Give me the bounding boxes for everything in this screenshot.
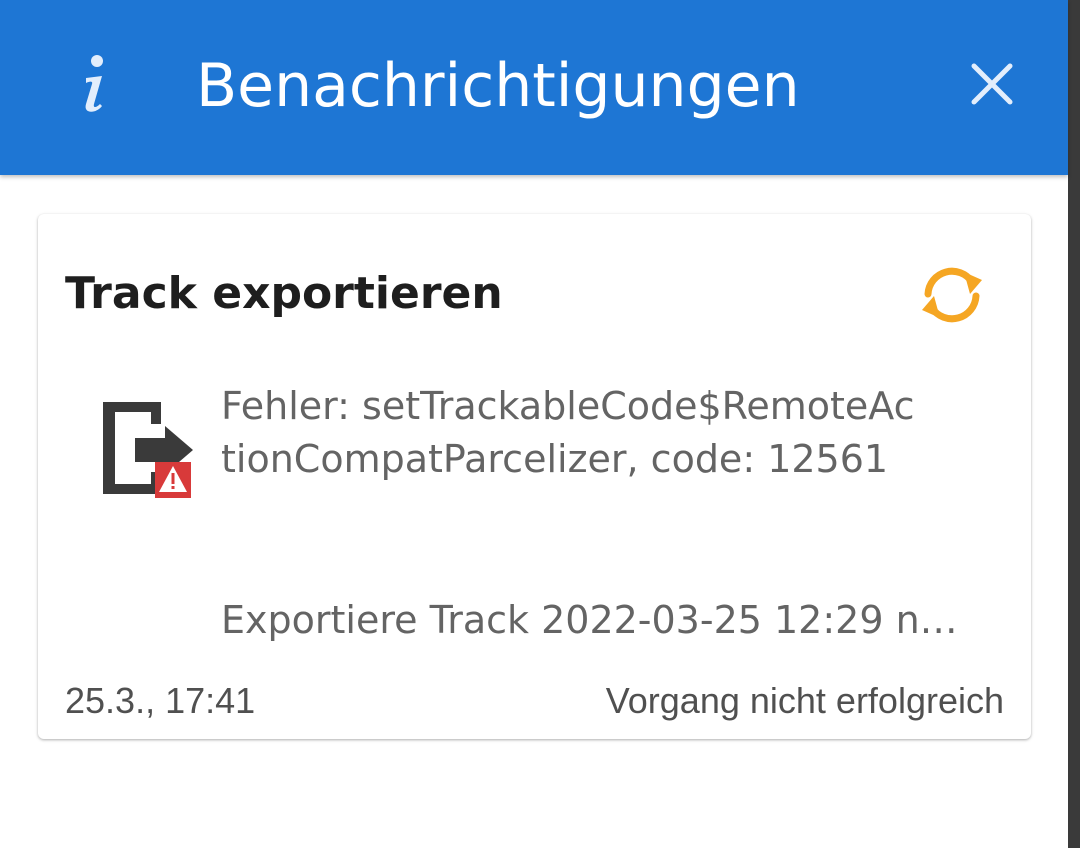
info-icon[interactable] [74,52,110,116]
notification-title: Track exportieren [65,268,503,319]
sync-icon[interactable] [914,264,990,326]
notification-message: Fehler: setTrackableCode$RemoteActionCom… [221,384,915,481]
map-background-edge [1068,0,1080,848]
export-error-icon [101,400,197,504]
notification-timestamp: 25.3., 17:41 [65,680,256,721]
status-text: Vorgang nicht erfolgreich [605,680,1004,721]
notification-card[interactable]: Track exportieren Fehler: setTrackableCo… [38,214,1031,739]
header-bar: Benachrichtigungen [0,0,1068,175]
notifications-panel: Benachrichtigungen Track exportieren Feh… [0,0,1068,848]
close-icon[interactable] [964,56,1020,112]
page-title: Benachrichtigungen [196,51,800,121]
notification-detail: Exportiere Track 2022-03-25 12:29 n… [221,598,958,642]
